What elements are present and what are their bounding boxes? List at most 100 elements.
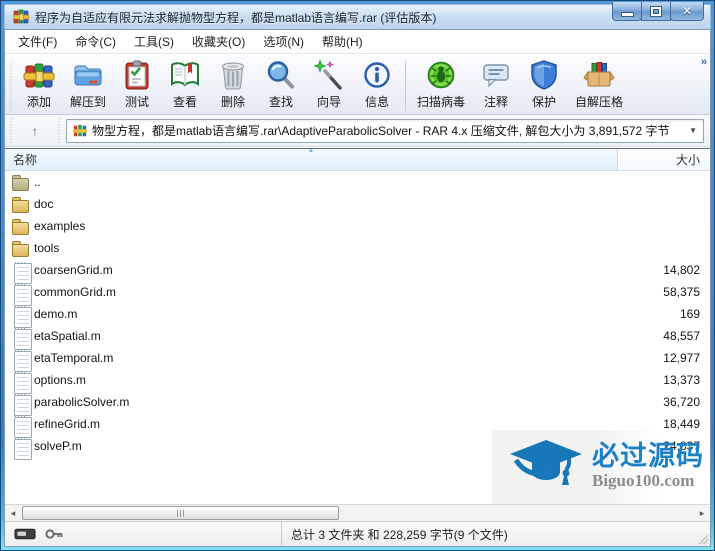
maximize-button[interactable] <box>641 2 671 21</box>
view-icon <box>169 59 201 91</box>
sort-ascending-icon: ▲ <box>307 148 315 154</box>
file-name: options.m <box>34 373 87 387</box>
toolbar-protect-button[interactable]: 保护 <box>520 58 568 111</box>
menu-favorites[interactable]: 收藏夹(O) <box>183 30 254 53</box>
list-item[interactable]: .. <box>5 171 710 193</box>
scroll-right-icon[interactable]: ▸ <box>694 505 710 521</box>
file-size: 18,449 <box>663 417 700 431</box>
file-size: 36,720 <box>663 395 700 409</box>
file-size: 12,977 <box>663 351 700 365</box>
file-type-icon <box>12 240 29 257</box>
address-bar: ↑ 物型方程，都是matlab语言编写.rar\AdaptiveParaboli… <box>5 115 710 147</box>
file-size: 58,375 <box>663 285 700 299</box>
file-type-icon <box>12 174 29 191</box>
list-item[interactable]: demo.m 169 <box>5 303 710 328</box>
resize-grip[interactable] <box>697 533 708 544</box>
file-type-icon <box>12 306 32 328</box>
addressbar-gripper-2[interactable] <box>57 117 61 144</box>
toolbar-overflow-chevron[interactable]: » <box>701 56 707 68</box>
winrar-window: 程序为自适应有限元法求解抛物型方程，都是matlab语言编写.rar (评估版本… <box>0 0 715 551</box>
list-item[interactable]: coarsenGrid.m 14,802 <box>5 259 710 284</box>
toolbar-virus-scan-button[interactable]: 扫描病毒 <box>410 58 472 111</box>
menu-help[interactable]: 帮助(H) <box>313 30 372 53</box>
window-title: 程序为自适应有限元法求解抛物型方程，都是matlab语言编写.rar (评估版本… <box>35 10 437 25</box>
toolbar-sfx-button[interactable]: 自解压格 <box>568 58 630 111</box>
menu-tools[interactable]: 工具(S) <box>125 30 183 53</box>
file-size: 48,557 <box>663 329 700 343</box>
toolbar-extract-button[interactable]: 解压到 <box>63 58 113 111</box>
list-item[interactable]: doc <box>5 193 710 215</box>
menu-commands[interactable]: 命令(C) <box>66 30 125 53</box>
toolbar-delete-button[interactable]: 删除 <box>209 58 257 111</box>
add-archive-icon <box>23 59 55 91</box>
list-item[interactable]: solveP.m 24,837 <box>5 435 710 460</box>
winrar-app-icon <box>13 9 29 25</box>
toolbar-find-button[interactable]: 查找 <box>257 58 305 111</box>
file-name: etaSpatial.m <box>34 329 101 343</box>
addressbar-gripper[interactable] <box>9 117 13 144</box>
menu-options[interactable]: 选项(N) <box>254 30 313 53</box>
title-bar: 程序为自适应有限元法求解抛物型方程，都是matlab语言编写.rar (评估版本… <box>4 2 711 29</box>
toolbar-info-button[interactable]: 信息 <box>353 58 401 111</box>
file-type-icon <box>12 350 32 372</box>
file-name: commonGrid.m <box>34 285 117 299</box>
file-name: coarsenGrid.m <box>34 263 113 277</box>
status-summary: 总计 3 文件夹 和 228,259 字节(9 个文件) <box>291 527 508 542</box>
delete-icon <box>217 59 249 91</box>
toolbar-separator <box>405 61 407 111</box>
minimize-button[interactable] <box>612 2 642 21</box>
file-rows: .. doc examples tools coarsenGrid.m 14,8… <box>5 171 710 504</box>
menu-bar: 文件(F) 命令(C) 工具(S) 收藏夹(O) 选项(N) 帮助(H) <box>5 30 710 54</box>
toolbar-wizard-button[interactable]: 向导 <box>305 58 353 111</box>
sfx-icon <box>583 59 615 91</box>
file-size: 24,837 <box>663 439 700 453</box>
toolbar-test-button[interactable]: 测试 <box>113 58 161 111</box>
list-item[interactable]: options.m 13,373 <box>5 369 710 394</box>
toolbar-comment-button[interactable]: 注释 <box>472 58 520 111</box>
menu-file[interactable]: 文件(F) <box>9 30 66 53</box>
status-bar: 总计 3 文件夹 和 228,259 字节(9 个文件) <box>5 521 710 546</box>
window-controls: ✕ <box>612 2 704 21</box>
toolbar-gripper[interactable] <box>9 60 13 112</box>
toolbar-view-button[interactable]: 查看 <box>161 58 209 111</box>
close-icon: ✕ <box>681 4 693 18</box>
file-type-icon <box>12 328 32 350</box>
client-area: 文件(F) 命令(C) 工具(S) 收藏夹(O) 选项(N) 帮助(H) 添加 … <box>4 29 711 547</box>
list-item[interactable]: etaTemporal.m 12,977 <box>5 347 710 372</box>
column-header-size[interactable]: 大小 <box>618 149 710 170</box>
close-button[interactable]: ✕ <box>670 2 704 21</box>
protect-icon <box>528 59 560 91</box>
chevron-down-icon: ▼ <box>689 126 697 135</box>
list-item[interactable]: etaSpatial.m 48,557 <box>5 325 710 350</box>
file-type-icon <box>12 218 29 235</box>
file-name: solveP.m <box>34 439 82 453</box>
list-item[interactable]: parabolicSolver.m 36,720 <box>5 391 710 416</box>
horizontal-scrollbar[interactable]: ◂ ▸ <box>5 504 710 521</box>
list-item[interactable]: examples <box>5 215 710 237</box>
toolbar-add-button[interactable]: 添加 <box>15 58 63 111</box>
up-arrow-icon: ↑ <box>31 122 39 139</box>
list-item[interactable]: refineGrid.m 18,449 <box>5 413 710 438</box>
file-name: refineGrid.m <box>34 417 101 431</box>
list-item[interactable]: commonGrid.m 58,375 <box>5 281 710 306</box>
file-type-icon <box>12 284 32 306</box>
minimize-icon <box>621 12 633 16</box>
wizard-icon <box>313 59 345 91</box>
up-one-level-button[interactable]: ↑ <box>18 119 52 143</box>
file-type-icon <box>12 394 32 416</box>
virus-scan-icon <box>425 59 457 91</box>
file-size: 169 <box>679 307 700 321</box>
scrollbar-thumb[interactable] <box>22 506 340 520</box>
key-icon <box>44 527 64 541</box>
file-type-icon <box>12 416 32 438</box>
file-size: 14,802 <box>663 263 700 277</box>
column-header-name[interactable]: 名称 ▲ <box>5 149 618 170</box>
disk-icon <box>14 527 37 541</box>
scroll-left-icon[interactable]: ◂ <box>5 505 21 521</box>
archive-path-text: 物型方程，都是matlab语言编写.rar\AdaptiveParabolicS… <box>92 124 670 138</box>
archive-path-combobox[interactable]: 物型方程，都是matlab语言编写.rar\AdaptiveParabolicS… <box>66 118 704 143</box>
file-type-icon <box>12 372 32 394</box>
list-item[interactable]: tools <box>5 237 710 259</box>
file-list-panel: 名称 ▲ 大小 .. doc examples tools coarsenGri… <box>5 148 710 504</box>
status-icons <box>5 522 282 546</box>
